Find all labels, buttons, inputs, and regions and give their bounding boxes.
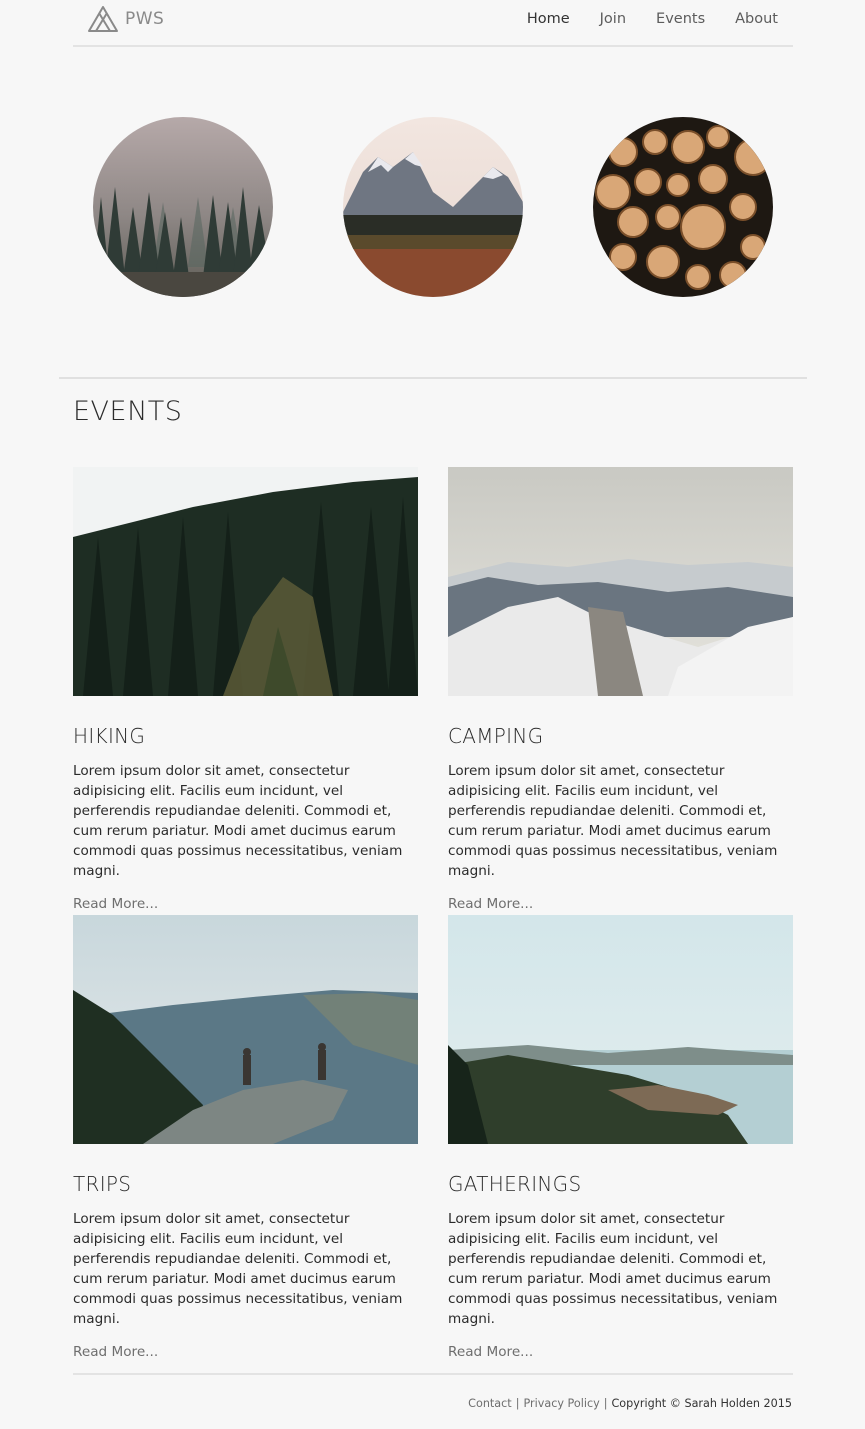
footer-divider xyxy=(73,1373,793,1375)
card-title: CAMPING xyxy=(448,724,544,748)
read-more-link[interactable]: Read More... xyxy=(73,894,418,914)
logo-text: PWS xyxy=(125,9,165,29)
event-card-hiking: HIKING Lorem ipsum dolor sit amet, conse… xyxy=(73,467,418,914)
events-heading: EVENTS xyxy=(73,396,183,427)
contact-link[interactable]: Contact xyxy=(468,1397,512,1410)
card-description: Lorem ipsum dolor sit amet, consectetur … xyxy=(448,763,778,879)
read-more-link[interactable]: Read More... xyxy=(73,1342,418,1362)
event-card-gatherings: GATHERINGS Lorem ipsum dolor sit amet, c… xyxy=(448,915,793,1362)
card-description: Lorem ipsum dolor sit amet, consectetur … xyxy=(73,1211,403,1327)
card-description: Lorem ipsum dolor sit amet, consectetur … xyxy=(448,1211,778,1327)
card-title: HIKING xyxy=(73,724,146,748)
camping-image xyxy=(448,467,793,696)
nav-home[interactable]: Home xyxy=(527,11,570,27)
mountain-logo-icon xyxy=(88,6,118,32)
card-title: TRIPS xyxy=(73,1172,132,1196)
mountain-valley-image xyxy=(343,117,523,297)
card-title: GATHERINGS xyxy=(448,1172,582,1196)
card-description: Lorem ipsum dolor sit amet, consectetur … xyxy=(73,763,403,879)
event-card-trips: TRIPS Lorem ipsum dolor sit amet, consec… xyxy=(73,915,418,1362)
main-nav: Home Join Events About xyxy=(497,11,793,27)
section-divider xyxy=(59,377,807,379)
stacked-logs-image xyxy=(593,117,773,297)
nav-join[interactable]: Join xyxy=(600,11,626,27)
site-footer: Contact | Privacy Policy | Copyright © Sarah… xyxy=(468,1397,792,1410)
forest-mist-image xyxy=(93,117,273,297)
privacy-policy-link[interactable]: Privacy Policy xyxy=(523,1397,599,1410)
hiking-image xyxy=(73,467,418,696)
hero-image-row xyxy=(93,117,773,297)
copyright-text: Copyright © Sarah Holden 2015 xyxy=(611,1397,793,1410)
footer-separator: | xyxy=(515,1397,520,1410)
trips-image xyxy=(73,915,418,1144)
read-more-link[interactable]: Read More... xyxy=(448,1342,793,1362)
event-card-camping: CAMPING Lorem ipsum dolor sit amet, cons… xyxy=(448,467,793,914)
nav-about[interactable]: About xyxy=(735,11,778,27)
gatherings-image xyxy=(448,915,793,1144)
nav-events[interactable]: Events xyxy=(656,11,705,27)
site-header: PWS Home Join Events About xyxy=(73,0,793,47)
read-more-link[interactable]: Read More... xyxy=(448,894,793,914)
footer-separator: | xyxy=(603,1397,608,1410)
site-logo[interactable]: PWS xyxy=(87,5,164,33)
